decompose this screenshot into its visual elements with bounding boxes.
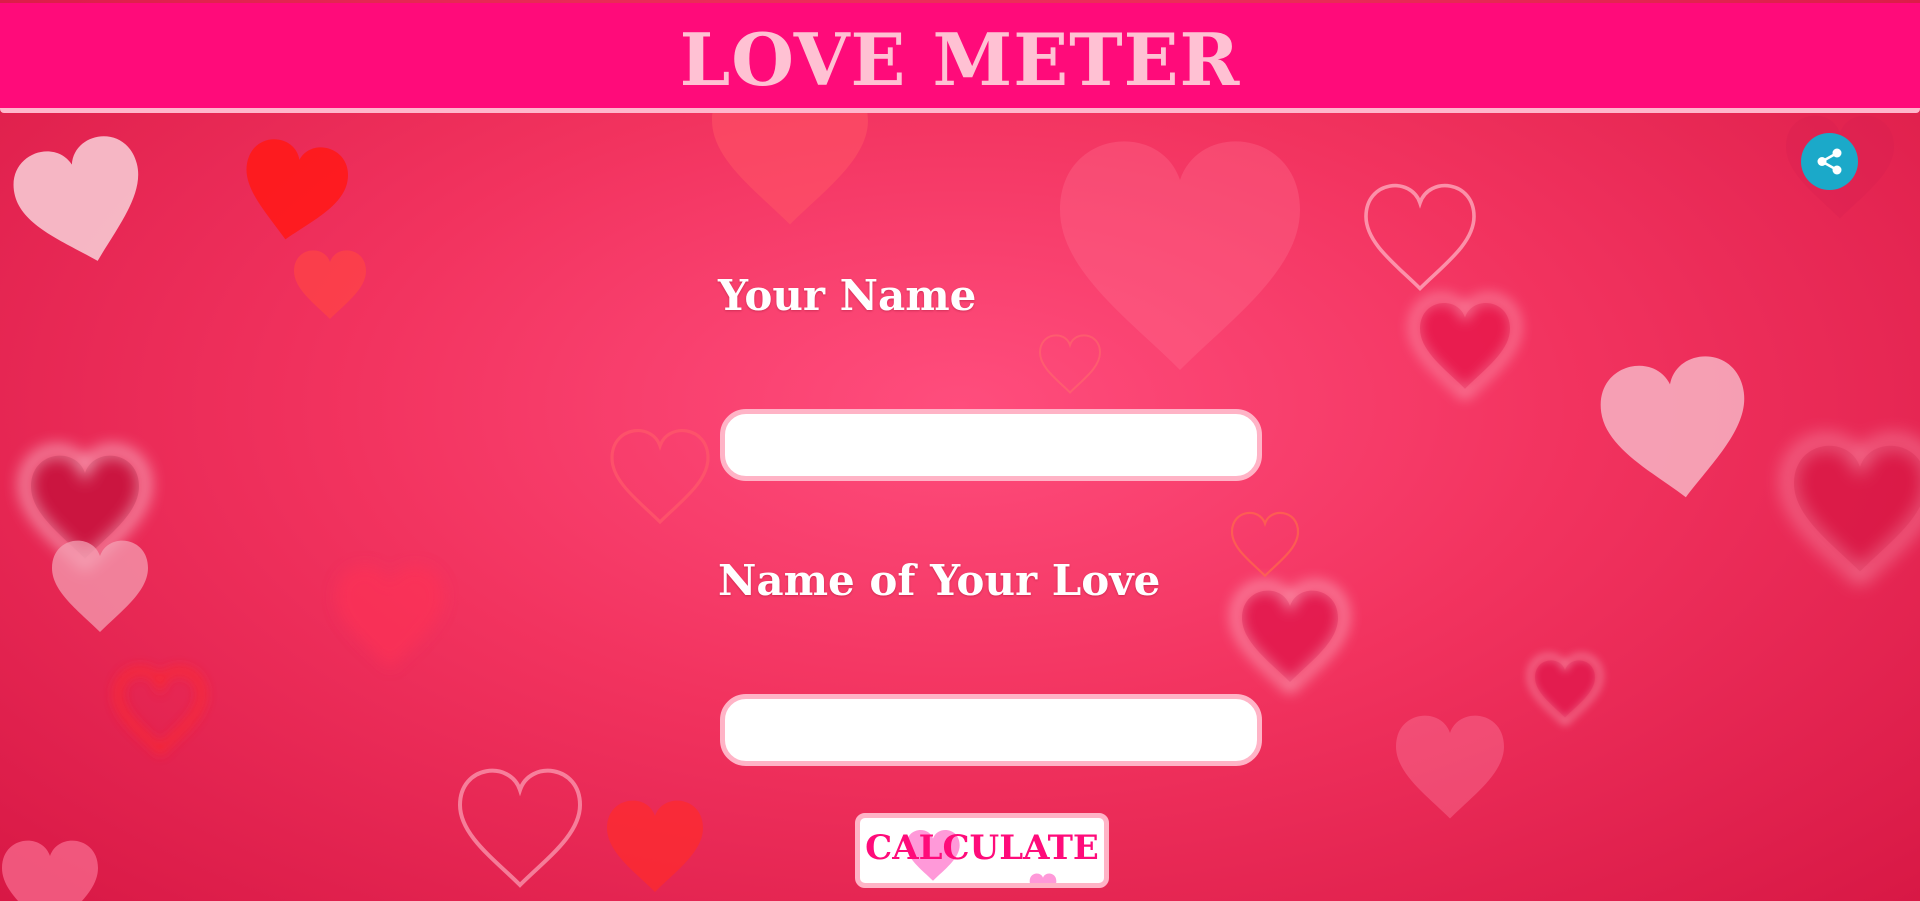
- share-icon: [1817, 148, 1842, 175]
- calculate-button[interactable]: CALCULATE: [855, 813, 1109, 888]
- love-name-input[interactable]: [720, 694, 1262, 766]
- app-title: LOVE METER: [679, 17, 1241, 102]
- button-small-heart-icon: [1029, 873, 1057, 883]
- your-name-input[interactable]: [720, 409, 1262, 481]
- share-button[interactable]: [1801, 133, 1858, 190]
- calculate-button-label: CALCULATE: [865, 828, 1099, 868]
- your-name-label: Your Name: [718, 271, 977, 320]
- love-name-label: Name of Your Love: [718, 556, 1161, 605]
- page: LOVE METER Your Name Name of Your Love C…: [0, 0, 1920, 901]
- app-header: LOVE METER: [0, 3, 1920, 113]
